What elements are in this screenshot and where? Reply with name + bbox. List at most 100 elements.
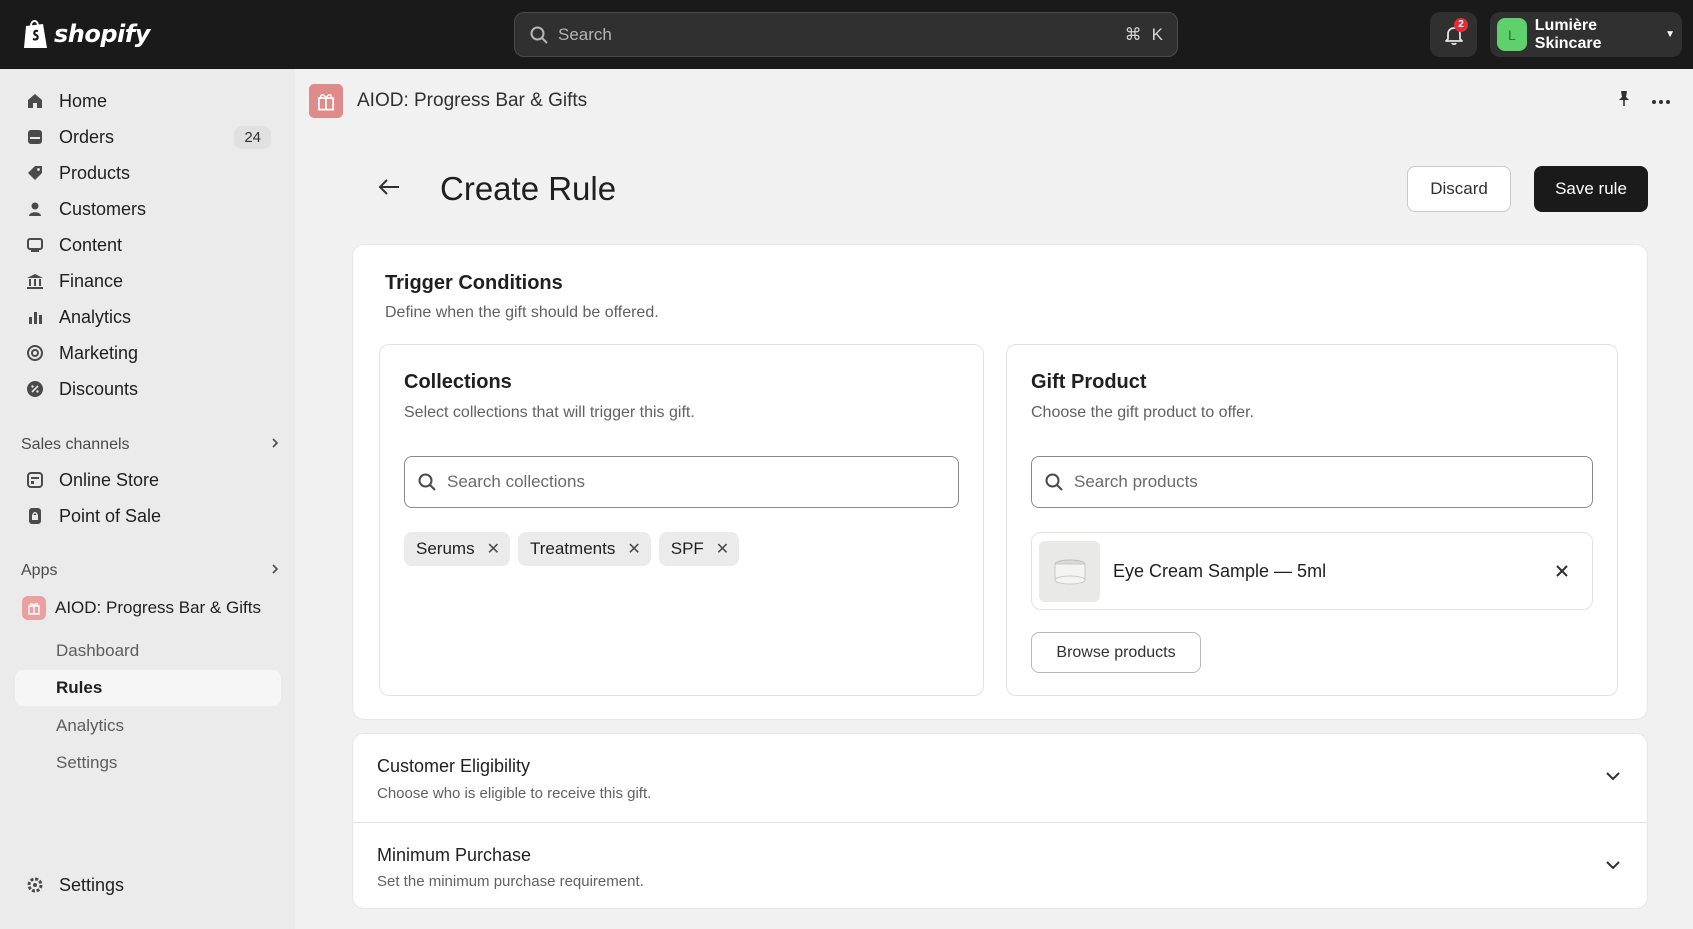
sidebar-item-finance[interactable]: Finance [15, 264, 281, 298]
trigger-subtitle: Define when the gift should be offered. [385, 304, 659, 321]
sidebar-item-discounts[interactable]: Discounts [15, 372, 281, 406]
search-products-placeholder: Search products [1074, 472, 1198, 491]
global-search-input[interactable]: Search ⌘ K [514, 12, 1178, 57]
gear-icon [25, 875, 45, 895]
sidebar-item-label: Online Store [59, 469, 160, 490]
search-products-input[interactable]: Search products [1031, 456, 1593, 508]
arrow-left-icon [378, 179, 399, 195]
sidebar-item-label: Customers [59, 198, 147, 219]
sidebar-item-products[interactable]: Products [15, 156, 281, 190]
caret-down-icon: ▼ [1665, 29, 1675, 40]
pin-icon[interactable] [1615, 89, 1633, 112]
avatar: L [1497, 18, 1527, 51]
sales-channels-header[interactable]: Sales channels [21, 436, 281, 454]
browse-products-button[interactable]: Browse products [1031, 632, 1201, 673]
search-icon [418, 473, 436, 491]
back-button[interactable] [372, 170, 406, 204]
orders-icon [25, 127, 45, 147]
subitem-label: Dashboard [56, 641, 140, 660]
save-rule-button[interactable]: Save rule [1534, 166, 1648, 212]
shortcut-key: K [1151, 24, 1163, 44]
app-name-label: AIOD: Progress Bar & Gifts [55, 598, 261, 617]
sidebar-item-online-store[interactable]: Online Store [15, 463, 281, 497]
minimum-purchase-section[interactable]: Minimum Purchase Set the minimum purchas… [353, 823, 1647, 911]
sidebar-item-home[interactable]: Home [15, 84, 281, 118]
customer-eligibility-section[interactable]: Customer Eligibility Choose who is eligi… [353, 734, 1647, 822]
sidebar: Home Orders 24 Products Customers Conten… [0, 69, 295, 929]
trigger-conditions-card: Trigger Conditions Define when the gift … [352, 244, 1648, 720]
subitem-label: Rules [56, 678, 103, 697]
content-icon [25, 235, 45, 255]
sidebar-subitem-dashboard[interactable]: Dashboard [15, 633, 281, 669]
remove-tag-icon[interactable]: ✕ [487, 539, 500, 559]
selected-gift-product: Eye Cream Sample — 5ml [1031, 532, 1593, 610]
sidebar-item-orders[interactable]: Orders 24 [15, 120, 281, 154]
chevron-down-icon[interactable] [1601, 853, 1625, 877]
sidebar-item-label: Settings [59, 874, 125, 895]
sidebar-item-settings[interactable]: Settings [15, 868, 281, 902]
collection-tag: Treatments ✕ [517, 532, 651, 566]
accordion-title: Minimum Purchase [377, 845, 532, 865]
collections-card: Collections Select collections that will… [379, 344, 984, 696]
sidebar-item-label: Products [59, 162, 131, 183]
collections-title: Collections [404, 371, 512, 393]
accordion-subtitle: Set the minimum purchase requirement. [377, 873, 644, 890]
search-collections-placeholder: Search collections [447, 472, 585, 491]
discount-icon [25, 379, 45, 399]
gift-product-subtitle: Choose the gift product to offer. [1031, 404, 1254, 421]
discard-button[interactable]: Discard [1407, 166, 1511, 212]
remove-product-icon[interactable] [1545, 554, 1579, 588]
trigger-title: Trigger Conditions [385, 272, 563, 294]
logo-text: shopify [54, 19, 150, 48]
collection-tag: Serums ✕ [404, 532, 510, 566]
sidebar-item-point-of-sale[interactable]: Point of Sale [15, 499, 281, 533]
chevron-right-icon [269, 562, 281, 580]
subitem-label: Analytics [56, 716, 125, 735]
collection-tag: SPF ✕ [658, 532, 740, 566]
search-icon [1045, 473, 1063, 491]
sidebar-item-customers[interactable]: Customers [15, 192, 281, 226]
gift-app-icon [22, 596, 46, 620]
notifications-button[interactable]: 2 [1430, 12, 1477, 57]
tag-label: Serums [416, 539, 475, 558]
pos-icon [25, 506, 45, 526]
subitem-label: Settings [56, 753, 118, 772]
remove-tag-icon[interactable]: ✕ [627, 539, 640, 559]
sidebar-item-label: Marketing [59, 342, 139, 363]
selected-collections: Serums ✕ Treatments ✕ SPF ✕ [404, 532, 740, 566]
sidebar-subitem-rules[interactable]: Rules [15, 670, 281, 706]
gift-product-title: Gift Product [1031, 371, 1147, 393]
sidebar-subitem-analytics[interactable]: Analytics [15, 708, 281, 744]
bank-icon [25, 271, 45, 291]
store-name: Lumière Skincare [1534, 16, 1602, 52]
apps-label: Apps [21, 562, 58, 579]
tag-label: Treatments [529, 539, 616, 558]
sidebar-item-marketing[interactable]: Marketing [15, 336, 281, 370]
sidebar-item-label: Analytics [59, 306, 132, 327]
sidebar-item-app[interactable]: AIOD: Progress Bar & Gifts [15, 591, 281, 625]
store-menu-button[interactable]: L Lumière Skincare ▼ [1490, 12, 1682, 57]
sidebar-item-label: Discounts [59, 378, 139, 399]
sidebar-subitem-settings[interactable]: Settings [15, 745, 281, 781]
sales-channels-label: Sales channels [21, 436, 130, 453]
shopify-logo[interactable]: shopify [22, 17, 150, 50]
sidebar-item-content[interactable]: Content [15, 228, 281, 262]
orders-count-badge: 24 [234, 125, 271, 149]
collections-subtitle: Select collections that will trigger thi… [404, 404, 695, 421]
shopify-bag-icon [24, 20, 47, 48]
gift-app-icon [309, 84, 343, 118]
sidebar-item-label: Finance [59, 270, 124, 291]
store-icon [25, 470, 45, 490]
accordion-subtitle: Choose who is eligible to receive this g… [377, 785, 652, 802]
chevron-down-icon[interactable] [1601, 764, 1625, 788]
chevron-right-icon [269, 436, 281, 454]
accordion-title: Customer Eligibility [377, 756, 531, 776]
more-options-icon[interactable] [1651, 92, 1671, 110]
sidebar-item-label: Home [59, 90, 108, 111]
sidebar-item-analytics[interactable]: Analytics [15, 300, 281, 334]
search-collections-input[interactable]: Search collections [404, 456, 959, 508]
search-icon [530, 26, 548, 44]
remove-tag-icon[interactable]: ✕ [716, 539, 729, 559]
apps-header[interactable]: Apps [21, 562, 281, 580]
app-header-title: AIOD: Progress Bar & Gifts [357, 90, 588, 111]
